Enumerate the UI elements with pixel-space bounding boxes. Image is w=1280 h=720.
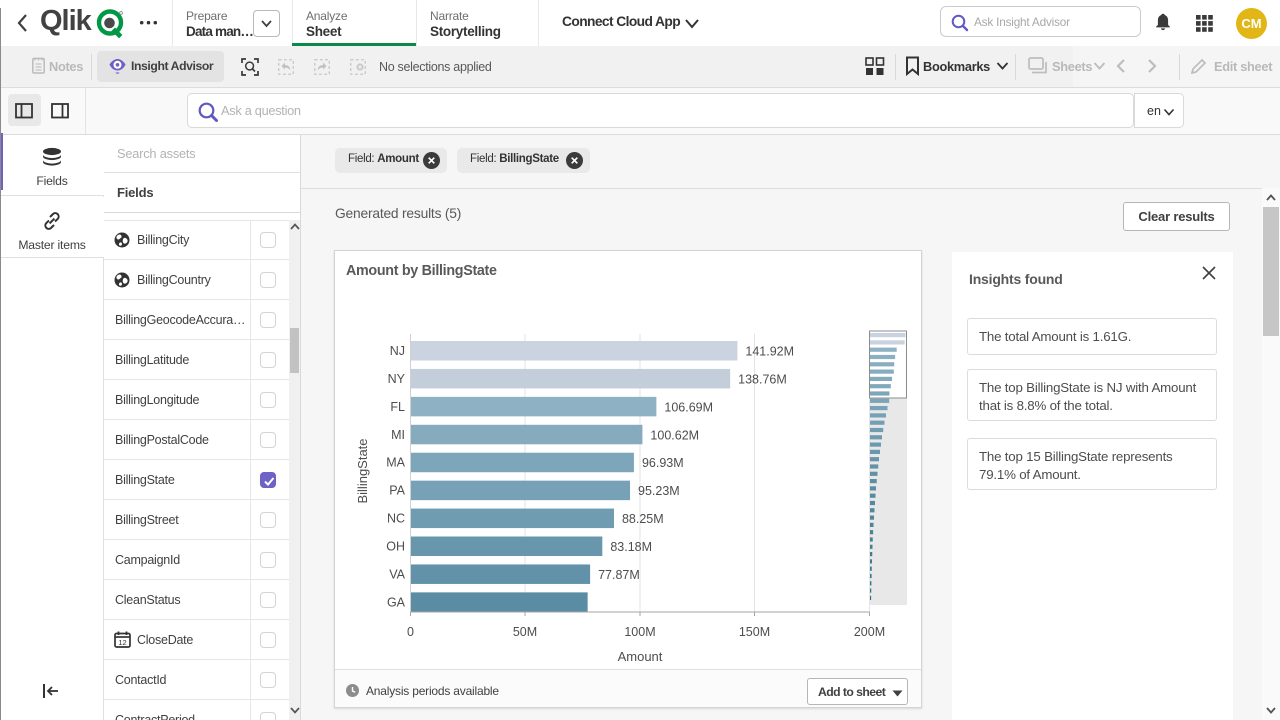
svg-text:100.62M: 100.62M [650, 428, 699, 442]
svg-text:BillingState: BillingState [355, 438, 370, 503]
svg-text:141.92M: 141.92M [745, 345, 794, 359]
svg-text:77.87M: 77.87M [598, 568, 640, 582]
svg-text:83.18M: 83.18M [610, 540, 652, 554]
svg-text:GA: GA [387, 595, 406, 609]
svg-text:0: 0 [407, 625, 414, 639]
svg-text:PA: PA [389, 484, 405, 498]
svg-text:96.93M: 96.93M [642, 456, 684, 470]
svg-text:88.25M: 88.25M [622, 512, 664, 526]
svg-text:NC: NC [387, 512, 405, 526]
svg-text:OH: OH [386, 540, 405, 554]
svg-text:NY: NY [388, 372, 406, 386]
svg-text:VA: VA [389, 567, 405, 581]
svg-text:FL: FL [390, 400, 405, 414]
svg-text:12: 12 [118, 638, 126, 647]
svg-text:MA: MA [386, 456, 405, 470]
svg-text:200M: 200M [854, 625, 885, 639]
svg-text:95.23M: 95.23M [638, 484, 680, 498]
svg-text:Amount: Amount [618, 649, 663, 664]
svg-text:100M: 100M [624, 625, 655, 639]
svg-text:150M: 150M [739, 625, 770, 639]
svg-text:NJ: NJ [390, 344, 405, 358]
svg-text:138.76M: 138.76M [738, 372, 787, 386]
svg-text:106.69M: 106.69M [664, 400, 713, 414]
svg-text:50M: 50M [513, 625, 537, 639]
svg-text:MI: MI [391, 428, 405, 442]
